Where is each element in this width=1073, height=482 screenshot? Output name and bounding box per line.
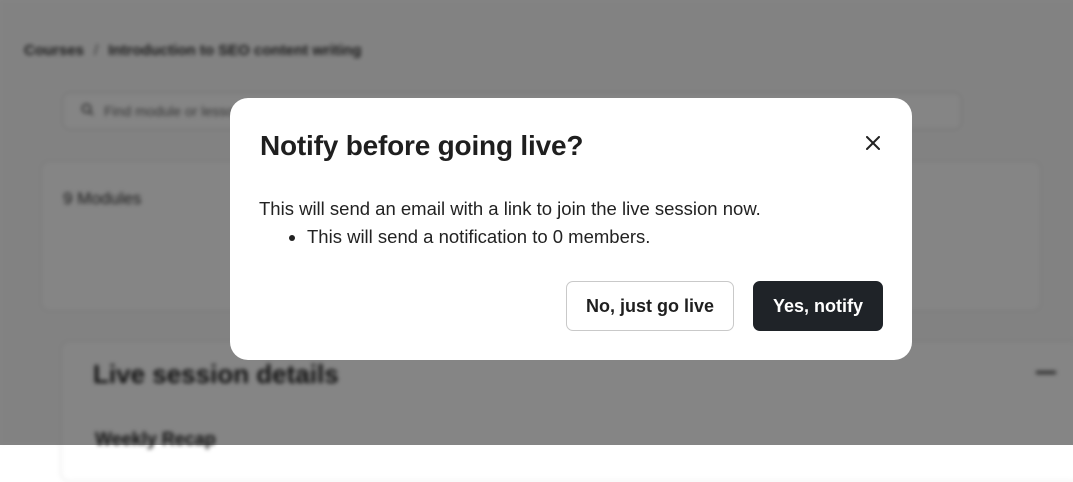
dialog-bullet-item: This will send a notification to 0 membe…	[307, 226, 761, 248]
dialog-bullet-list: This will send a notification to 0 membe…	[259, 226, 761, 248]
close-icon	[866, 135, 880, 155]
close-button[interactable]	[860, 132, 886, 158]
notify-dialog: Notify before going live? This will send…	[230, 98, 912, 360]
dialog-description: This will send an email with a link to j…	[259, 198, 761, 219]
dialog-title: Notify before going live?	[260, 130, 584, 161]
no-just-go-live-button[interactable]: No, just go live	[566, 281, 734, 331]
yes-notify-button[interactable]: Yes, notify	[753, 281, 883, 331]
dialog-body: This will send an email with a link to j…	[259, 198, 761, 248]
